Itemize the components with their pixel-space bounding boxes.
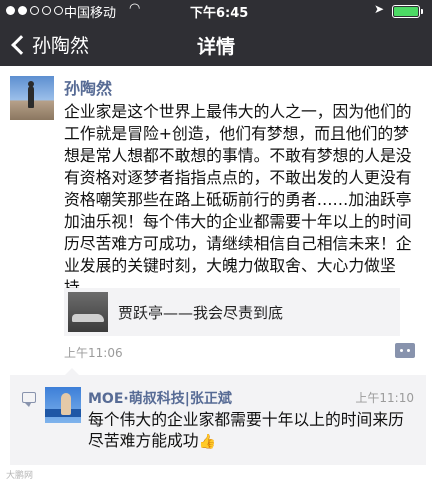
comment-action-icon[interactable] (395, 343, 415, 358)
comment-timestamp: 上午11:10 (355, 391, 414, 405)
battery-icon (392, 5, 423, 18)
post-author[interactable]: 孙陶然 (64, 75, 112, 99)
location-arrow-icon: ➤ (374, 2, 385, 16)
thumbs-up-icon: 👍 (198, 434, 217, 450)
post-timestamp: 上午11:06 (64, 346, 123, 360)
link-thumbnail (68, 292, 108, 332)
watermark: 大鹏网 (6, 471, 34, 481)
page-title: 详情 (196, 36, 235, 58)
navigation-bar: 中国移动 ◠ 下午6:45 ➤ 孙陶然 详情 (0, 0, 432, 66)
comments-section: MOE·萌叔科技|张正斌 上午11:10 每个伟大的企业家都需要十年以上的时间来… (10, 368, 426, 465)
shared-link-card[interactable]: 贾跃亭——我会尽责到底 (64, 288, 400, 336)
link-title: 贾跃亭——我会尽责到底 (118, 304, 284, 322)
signal-strength-icon (6, 6, 63, 15)
commenter-avatar[interactable] (45, 387, 81, 423)
carrier-name: 中国移动 (64, 6, 117, 21)
post-text: 企业家是这个世界上最伟大的人之一，因为他们的工作就是冒险+创造，他们有梦想，而且… (64, 102, 412, 297)
clock: 下午6:45 (190, 6, 249, 21)
wifi-icon: ◠ (129, 1, 141, 16)
comment-bubble-icon (22, 392, 36, 407)
author-avatar[interactable] (10, 76, 54, 120)
comment-body: 每个伟大的企业家都需要十年以上的时间来历尽苦难方能成功 (88, 410, 404, 450)
comment-text: 每个伟大的企业家都需要十年以上的时间来历尽苦难方能成功👍 (88, 409, 408, 453)
commenter-name[interactable]: MOE·萌叔科技|张正斌 (88, 388, 232, 408)
status-bar: 中国移动 ◠ 下午6:45 ➤ (0, 0, 432, 22)
